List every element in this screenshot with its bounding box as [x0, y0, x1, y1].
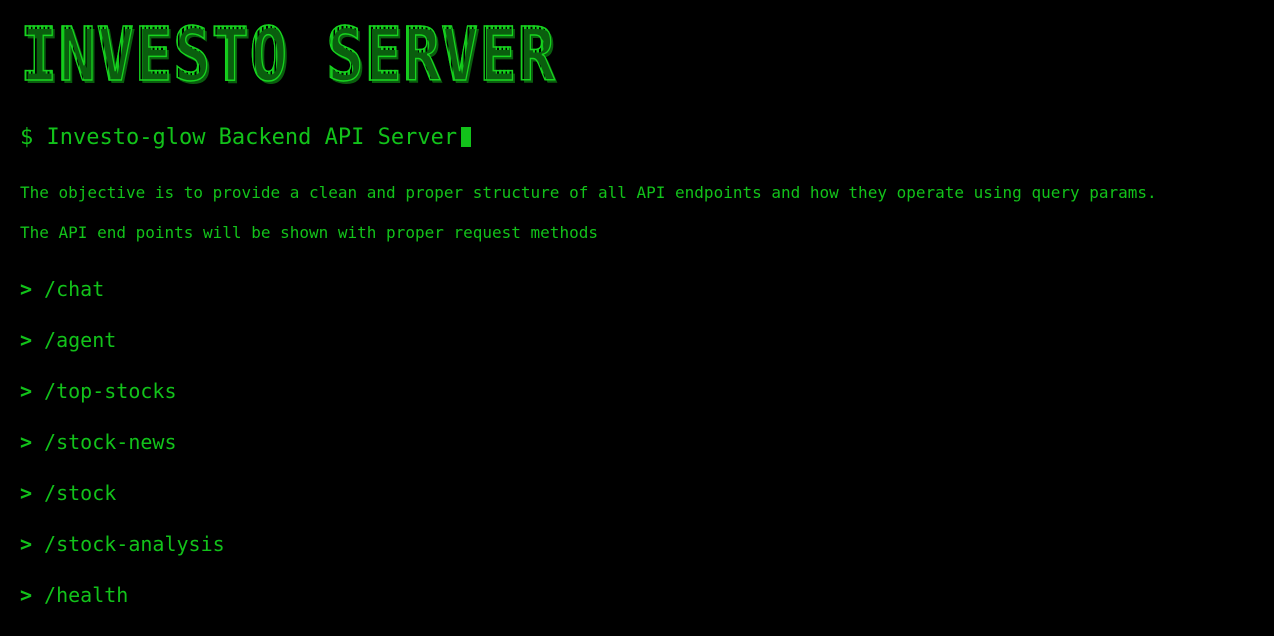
endpoint-agent[interactable]: > /agent [20, 327, 225, 378]
endpoint-path: /stock-news [44, 430, 177, 454]
endpoint-list: > /chat > /agent > /top-stocks > /stock-news… [20, 276, 225, 633]
page-title: INVESTO SERVER [19, 12, 556, 98]
chevron-right-icon: > [20, 481, 33, 505]
chevron-right-icon: > [20, 277, 33, 301]
endpoint-chat[interactable]: > /chat [20, 276, 225, 327]
endpoint-path: /top-stocks [44, 379, 177, 403]
endpoint-path: /stock-analysis [44, 532, 225, 556]
chevron-right-icon: > [20, 532, 33, 556]
endpoint-stock-news[interactable]: > /stock-news [20, 429, 225, 480]
chevron-right-icon: > [20, 583, 33, 607]
endpoint-stock-analysis[interactable]: > /stock-analysis [20, 531, 225, 582]
description-line-1: The objective is to provide a clean and … [20, 183, 1157, 202]
chevron-right-icon: > [20, 328, 33, 352]
prompt-line: $ Investo-glow Backend API Server [20, 124, 472, 152]
endpoint-path: /chat [44, 277, 105, 301]
endpoint-path: /agent [44, 328, 117, 352]
endpoint-stock[interactable]: > /stock [20, 480, 225, 531]
endpoint-health[interactable]: > /health [20, 582, 225, 633]
chevron-right-icon: > [20, 430, 33, 454]
description-line-2: The API end points will be shown with pr… [20, 223, 598, 242]
endpoint-path: /health [44, 583, 129, 607]
prompt-symbol: $ [20, 125, 34, 150]
prompt-text: Investo-glow Backend API Server [46, 125, 458, 150]
endpoint-path: /stock [44, 481, 117, 505]
endpoint-top-stocks[interactable]: > /top-stocks [20, 378, 225, 429]
chevron-right-icon: > [20, 379, 33, 403]
blinking-cursor [461, 127, 472, 147]
